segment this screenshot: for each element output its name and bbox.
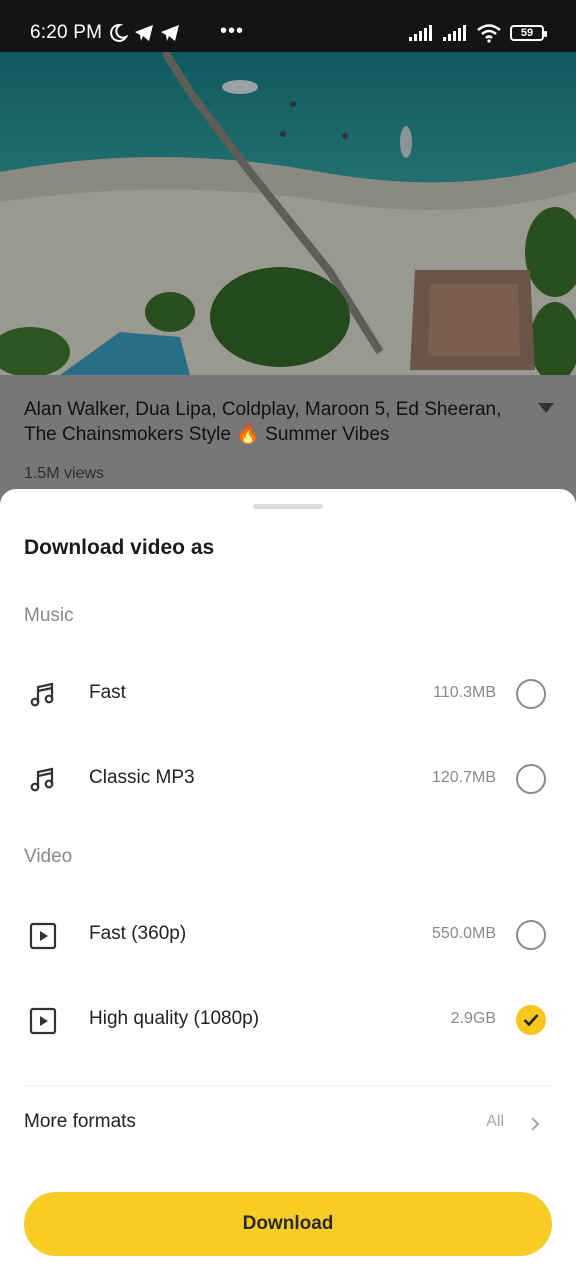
signal-icon [409,25,432,41]
option-radio[interactable] [516,679,546,709]
telegram-icon [135,25,153,41]
video-info: Alan Walker, Dua Lipa, Coldplay, Maroon … [0,375,576,505]
option-label: Classic MP3 [89,767,195,788]
more-formats-row[interactable]: More formats All [0,1099,576,1149]
expand-caret-icon[interactable] [538,403,554,413]
status-bar: 6:20 PM ••• 59 [0,0,576,52]
section-label-music: Music [24,605,74,626]
video-title: Alan Walker, Dua Lipa, Coldplay, Maroon … [24,399,502,445]
battery-level: 59 [520,27,534,39]
music-note-icon [30,682,54,707]
more-formats-label: More formats [24,1111,136,1132]
option-label: Fast [89,682,126,703]
checkmark-icon [523,1014,539,1027]
play-icon [29,922,57,950]
option-radio[interactable] [516,764,546,794]
option-radio-checked[interactable] [516,1005,546,1035]
status-right-icons: 59 [408,22,547,44]
sheet-title: Download video as [24,536,215,559]
sheet-handle[interactable] [253,504,323,509]
option-radio[interactable] [516,920,546,950]
option-size: 110.3MB [433,684,496,701]
more-dots-icon: ••• [220,20,245,42]
option-size: 120.7MB [431,769,496,786]
video-thumbnail [0,52,576,375]
moon-icon [110,23,128,42]
option-label: High quality (1080p) [89,1008,260,1029]
option-size: 550.0MB [431,925,496,942]
divider [24,1085,552,1086]
option-video-fast-360p[interactable]: Fast (360p) 550.0MB [0,905,576,965]
download-sheet: Download video as Music Fast 110.3MB Cla… [0,489,576,1280]
status-left-icons [108,22,180,44]
signal-icon [443,25,466,41]
wifi-icon [477,24,501,43]
music-note-icon [30,767,54,792]
option-size: 2.9GB [450,1010,496,1027]
more-formats-value: All [486,1113,504,1130]
option-video-high-quality-1080p[interactable]: High quality (1080p) 2.9GB [0,990,576,1050]
download-button[interactable]: Download [24,1192,552,1256]
play-icon [29,1007,57,1035]
status-time: 6:20 PM [30,22,103,43]
section-label-video: Video [24,846,73,867]
option-music-classic-mp3[interactable]: Classic MP3 120.7MB [0,749,576,809]
option-music-fast[interactable]: Fast 110.3MB [0,664,576,724]
chevron-right-icon [531,1117,540,1131]
option-label: Fast (360p) [89,923,187,944]
video-views: 1.5M views [24,465,105,482]
telegram-icon [161,25,179,41]
battery-icon: 59 [510,25,547,41]
